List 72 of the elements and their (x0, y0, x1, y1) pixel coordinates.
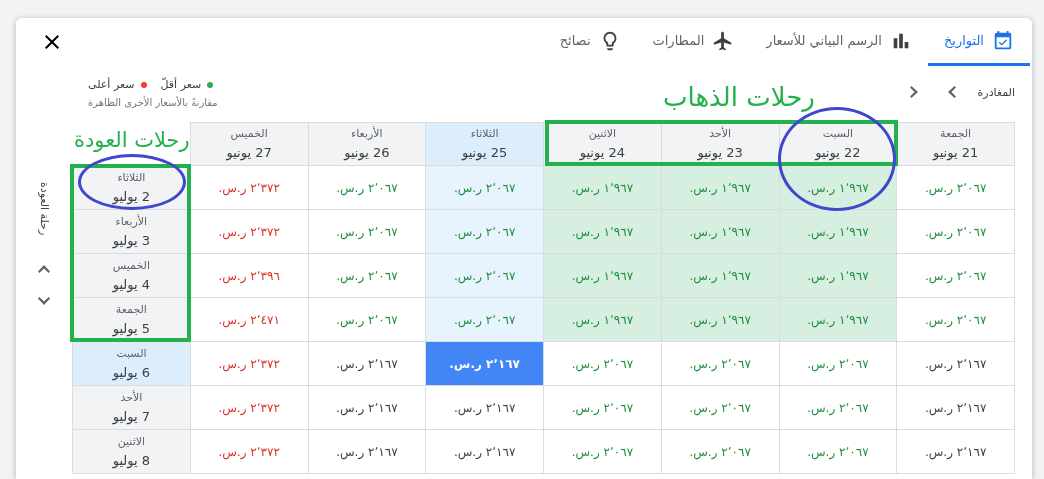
price-cell[interactable]: ٢٬٣٧٢ ر.س. (190, 341, 308, 386)
tab[interactable]: التواريخ (927, 18, 1030, 66)
price-cell[interactable]: ١٬٩٦٧ ر.س. (661, 297, 779, 342)
tab[interactable]: الرسم البياني للأسعار (750, 18, 928, 66)
price-cell[interactable]: ٢٬٠٦٧ ر.س. (308, 297, 426, 342)
price-cell[interactable]: ٢٬٠٦٧ ر.س. (779, 429, 897, 474)
price-cell[interactable]: ٢٬٣٧٢ ر.س. (190, 385, 308, 430)
legend-label: سعر أعلى (88, 78, 135, 91)
chevron-left-icon (947, 86, 956, 98)
price-cell[interactable]: ١٬٩٦٧ ر.س. (661, 253, 779, 298)
price-cell[interactable]: ٢٬٠٦٧ ر.س. (779, 341, 897, 386)
price-cell[interactable]: ٢٬١٦٧ ر.س. (425, 385, 544, 430)
price-cell[interactable]: ٢٬٠٦٧ ر.س. (661, 385, 779, 430)
price-cell[interactable]: ٢٬٠٦٧ ر.س. (543, 341, 662, 386)
annotation-text: رحلات العودة (74, 128, 190, 154)
price-cell[interactable]: ٢٬١٦٧ ر.س. (896, 341, 1015, 386)
price-cell[interactable]: ٢٬٠٦٧ ر.س. (661, 429, 779, 474)
price-cell[interactable]: ١٬٩٦٧ ر.س. (779, 253, 897, 298)
price-cell[interactable]: ٢٬٠٦٧ ر.س. (543, 429, 662, 474)
chevron-right-icon (909, 86, 918, 98)
price-cell[interactable]: ١٬٩٦٧ ر.س. (543, 253, 662, 298)
date-column-header[interactable]: الثلاثاء 25 يونيو (425, 122, 544, 166)
price-cell[interactable]: ٢٬٠٦٧ ر.س. (896, 297, 1015, 342)
price-cell[interactable]: ٢٬٠٦٧ ر.س. (425, 253, 544, 298)
price-cell[interactable]: ٢٬٠٦٧ ر.س. (896, 253, 1015, 298)
price-cell[interactable]: ٢٬٠٦٧ ر.س. (661, 341, 779, 386)
price-cell[interactable]: ١٬٩٦٧ ر.س. (779, 209, 897, 254)
price-cell[interactable]: ٢٬٠٦٧ ر.س. (896, 209, 1015, 254)
return-date-header[interactable]: الأحد 7 يوليو (72, 385, 191, 430)
chevron-up-icon (38, 265, 50, 274)
calendar-check-icon (992, 29, 1014, 52)
price-cell[interactable]: ٢٬١٦٧ ر.س. (896, 385, 1015, 430)
price-cell[interactable]: ١٬٩٦٧ ر.س. (661, 165, 779, 210)
date-column-header[interactable]: الجمعة 21 يونيو (896, 122, 1015, 166)
price-cell[interactable]: ٢٬٣٧٢ ر.س. (190, 165, 308, 210)
price-cell[interactable]: ٢٬٠٦٧ ر.س. (308, 253, 426, 298)
price-cell[interactable]: ٢٬١٦٧ ر.س. (308, 429, 426, 474)
price-cell[interactable]: ٢٬٠٦٧ ر.س. (543, 385, 662, 430)
price-cell[interactable]: ٢٬٣٩٦ ر.س. (190, 253, 308, 298)
price-cell[interactable]: ٢٬١٦٧ ر.س. (308, 341, 426, 386)
price-cell[interactable]: ٢٬١٦٧ ر.س. (896, 429, 1015, 474)
price-cell[interactable]: ٢٬٠٦٧ ر.س. (896, 165, 1015, 210)
price-cell[interactable]: ٢٬١٦٧ ر.س. (425, 429, 544, 474)
price-cell[interactable]: ٢٬٣٧٢ ر.س. (190, 209, 308, 254)
date-column-header[interactable]: الخميس 27 يونيو (190, 122, 308, 166)
price-cell[interactable]: ١٬٩٦٧ ر.س. (543, 209, 662, 254)
price-cell[interactable]: ٢٬٠٦٧ ر.س. (425, 297, 544, 342)
return-date-header[interactable]: الاثنين 8 يوليو (72, 429, 191, 474)
price-cell[interactable]: ١٬٩٦٧ ر.س. (543, 297, 662, 342)
price-cell[interactable]: ١٬٩٦٧ ر.س. (661, 209, 779, 254)
price-cell[interactable]: ٢٬١٦٧ ر.س. (308, 385, 426, 430)
price-cell[interactable]: ٢٬٠٦٧ ر.س. (425, 165, 544, 210)
departure-label: المغادرة (977, 85, 1015, 99)
price-cell[interactable]: ٢٬٠٦٧ ر.س. (308, 209, 426, 254)
price-cell[interactable]: ٢٬٠٦٧ ر.س. (425, 209, 544, 254)
date-column-header[interactable]: الأربعاء 26 يونيو (308, 122, 426, 166)
legend-note: مقارنةً بالأسعار الأخرى الظاهرة (88, 97, 218, 108)
price-cell[interactable]: ١٬٩٦٧ ر.س. (779, 165, 897, 210)
price-cell[interactable]: ١٬٩٦٧ ر.س. (543, 165, 662, 210)
price-cell[interactable]: ٢٬٠٦٧ ر.س. (779, 385, 897, 430)
return-date-header[interactable]: السبت 6 يوليو (72, 341, 191, 386)
legend-label: سعر أقلّ (160, 78, 202, 91)
chevron-down-icon (38, 297, 50, 306)
price-cell[interactable]: ٢٬٤٧١ ر.س. (190, 297, 308, 342)
price-cell[interactable]: ٢٬١٦٧ ر.س. (425, 341, 544, 386)
price-cell[interactable]: ٢٬٠٦٧ ر.س. (308, 165, 426, 210)
annotation-text: رحلات الذهاب (663, 82, 815, 114)
tab[interactable]: المطارات (636, 18, 751, 66)
tab[interactable]: نصائح (543, 18, 637, 66)
return-label: رحلة العودة (37, 182, 51, 236)
price-cell[interactable]: ١٬٩٦٧ ر.س. (779, 297, 897, 342)
price-cell[interactable]: ٢٬٣٧٢ ر.س. (190, 429, 308, 474)
